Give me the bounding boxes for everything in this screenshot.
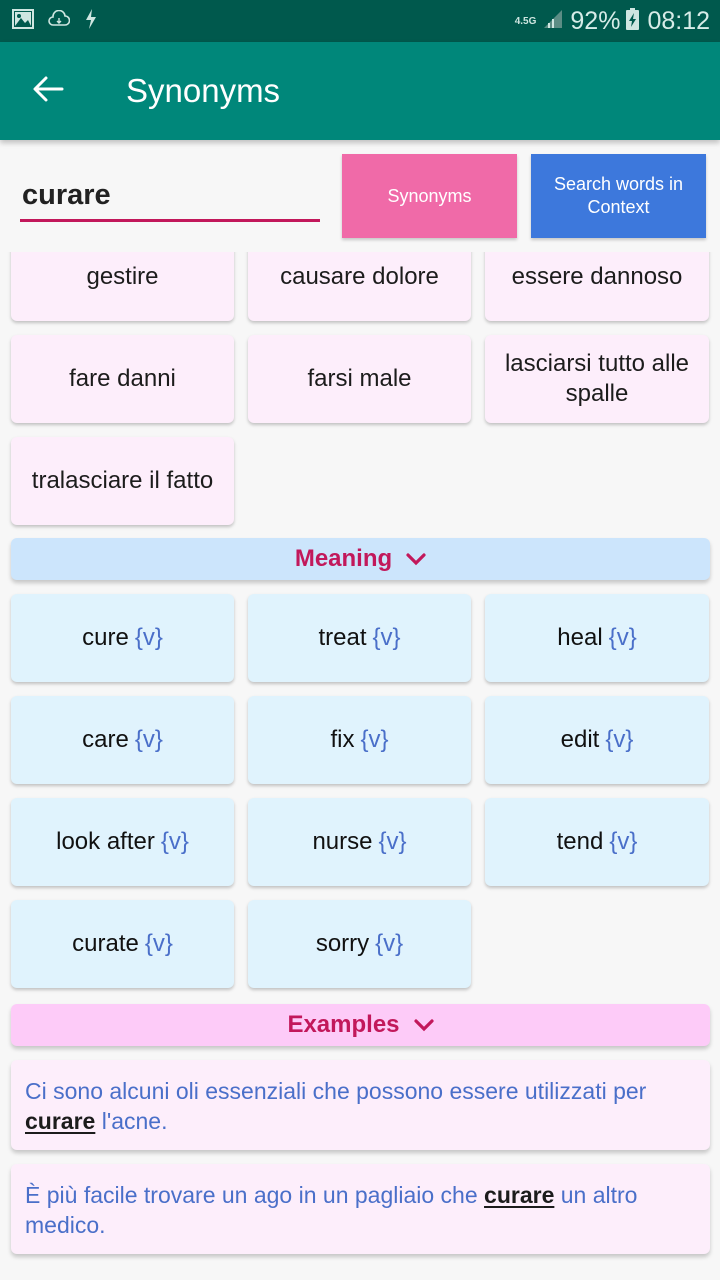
- back-button[interactable]: [0, 42, 96, 140]
- meaning-word: look after: [56, 828, 155, 855]
- pos-tag: {v}: [144, 930, 173, 957]
- battery-percent: 92%: [570, 6, 621, 35]
- clock: 08:12: [647, 6, 710, 35]
- pos-tag: {v}: [360, 726, 389, 753]
- meaning-header-label: Meaning: [294, 545, 393, 572]
- page-title: Synonyms: [126, 72, 281, 109]
- pos-tag: {v}: [605, 726, 634, 753]
- meaning-word: curate: [72, 930, 139, 957]
- battery-charging-icon: [626, 7, 640, 35]
- example-sentence[interactable]: Ci sono alcuni oli essenziali che posson…: [11, 1060, 710, 1150]
- pos-tag: {v}: [609, 828, 638, 855]
- arrow-left-icon: [32, 75, 64, 108]
- meaning-card[interactable]: look after {v}: [11, 798, 234, 886]
- examples-section-header[interactable]: Examples: [11, 1004, 710, 1046]
- example-text-before: È più facile trovare un ago in un paglia…: [25, 1182, 485, 1208]
- example-text-after: l'acne.: [95, 1108, 168, 1134]
- status-bar: 4.5G 92% 08:12: [0, 0, 720, 42]
- meaning-card[interactable]: fix {v}: [248, 696, 471, 784]
- search-in-context-button[interactable]: Search words in Context: [531, 154, 706, 238]
- synonym-card[interactable]: gestire: [11, 252, 234, 321]
- synonym-card[interactable]: causare dolore: [248, 252, 471, 321]
- meaning-word: fix: [330, 726, 355, 753]
- results-list[interactable]: gestire causare dolore essere dannoso fa…: [0, 252, 720, 1280]
- image-icon: [12, 8, 34, 34]
- meaning-word: edit: [560, 726, 600, 753]
- synonyms-grid: gestire causare dolore essere dannoso fa…: [11, 252, 710, 525]
- meaning-card[interactable]: cure {v}: [11, 594, 234, 682]
- meaning-word: heal: [557, 624, 603, 651]
- meaning-word: care: [82, 726, 129, 753]
- signal-icon: [542, 8, 564, 35]
- pos-tag: {v}: [134, 624, 163, 651]
- pos-tag: {v}: [608, 624, 637, 651]
- meaning-word: sorry: [315, 930, 370, 957]
- pos-tag: {v}: [372, 624, 401, 651]
- search-input[interactable]: [20, 172, 320, 222]
- meaning-card[interactable]: tend {v}: [485, 798, 709, 886]
- example-highlight: curare: [25, 1108, 96, 1134]
- synonym-card[interactable]: fare danni: [11, 335, 234, 423]
- pos-tag: {v}: [375, 930, 404, 957]
- example-text-before: Ci sono alcuni oli essenziali che posson…: [25, 1078, 647, 1104]
- synonym-card[interactable]: essere dannoso: [485, 252, 709, 321]
- meaning-grid: cure {v} treat {v} heal {v} care {v} fix {v} …: [11, 594, 710, 988]
- meaning-word: nurse: [312, 828, 373, 855]
- meaning-card[interactable]: sorry {v}: [248, 900, 471, 988]
- network-type: 4.5G: [514, 15, 537, 27]
- app-bar: Synonyms: [0, 42, 720, 140]
- chevron-down-icon: [413, 1011, 434, 1039]
- synonym-card[interactable]: tralasciare il fatto: [11, 437, 234, 525]
- pos-tag: {v}: [134, 726, 163, 753]
- example-sentence[interactable]: È più facile trovare un ago in un paglia…: [11, 1164, 710, 1254]
- synonyms-button[interactable]: Synonyms: [342, 154, 517, 238]
- chevron-down-icon: [406, 545, 426, 573]
- meaning-section-header[interactable]: Meaning: [11, 538, 710, 580]
- pos-tag: {v}: [160, 828, 189, 855]
- meaning-card[interactable]: nurse {v}: [248, 798, 471, 886]
- example-highlight: curare: [484, 1182, 555, 1208]
- pos-tag: {v}: [378, 828, 407, 855]
- meaning-word: treat: [318, 624, 367, 651]
- meaning-card[interactable]: curate {v}: [11, 900, 234, 988]
- synonym-card[interactable]: farsi male: [248, 335, 471, 423]
- meaning-card[interactable]: edit {v}: [485, 696, 709, 784]
- flash-icon: [84, 8, 98, 35]
- cloud-sync-icon: [48, 9, 71, 33]
- meaning-word: tend: [556, 828, 604, 855]
- meaning-card[interactable]: heal {v}: [485, 594, 709, 682]
- synonym-card[interactable]: lasciarsi tutto alle spalle: [485, 335, 709, 423]
- meaning-card[interactable]: treat {v}: [248, 594, 471, 682]
- search-row: Synonyms Search words in Context: [0, 140, 720, 252]
- meaning-word: cure: [82, 624, 129, 651]
- meaning-card[interactable]: care {v}: [11, 696, 234, 784]
- examples-header-label: Examples: [287, 1011, 400, 1038]
